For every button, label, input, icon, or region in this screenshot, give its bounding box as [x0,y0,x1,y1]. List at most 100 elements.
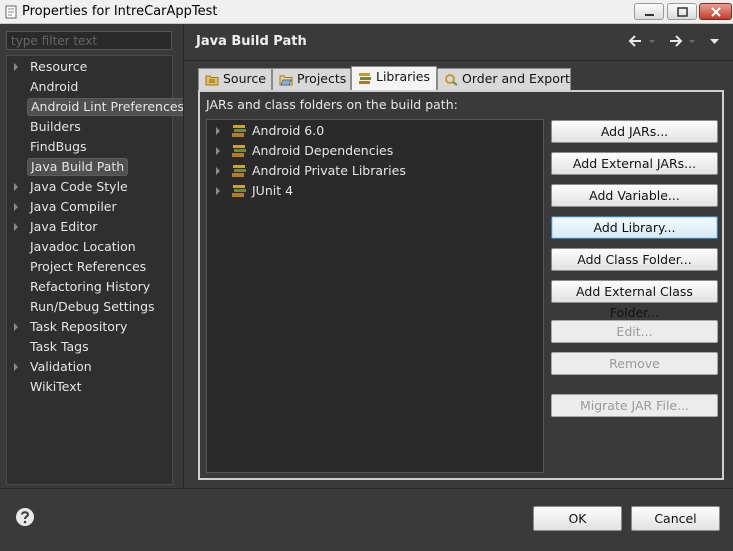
sidebar-item-label: Task Tags [30,339,89,354]
property-tree: Resource Android Android Lint Preferences B… [6,55,189,485]
sidebar-item-label: Java Build Path [27,158,129,176]
sidebar-item-label: Project References [30,259,147,274]
sidebar-item-java-build-path[interactable]: Java Build Path [7,157,173,177]
sidebar-item-label: Android [30,79,79,94]
eclipse-app-icon [5,5,17,19]
library-icon [232,185,246,197]
tab-label: Projects [297,71,347,86]
maximize-icon [677,7,688,17]
order-export-icon [445,74,458,86]
expand-arrow-icon[interactable] [13,323,19,331]
title-bar: Properties for IntreCarAppTest [0,0,733,24]
sidebar-item-java-compiler[interactable]: Java Compiler [7,197,173,217]
tab-label: Order and Export [462,71,570,86]
maximize-button[interactable] [667,3,697,20]
sidebar-item-label: Resource [30,59,88,74]
help-icon[interactable] [15,507,35,527]
sidebar-item-label: Refactoring History [30,279,151,294]
add-class-folder-button[interactable]: Add Class Folder... [551,248,718,271]
sidebar-item-label: Android Lint Preferences [27,98,189,116]
sidebar-item-label: Javadoc Location [30,239,136,254]
page-title: Java Build Path [196,34,307,49]
library-icon [232,165,246,177]
tab-source[interactable]: Source [198,68,272,90]
close-button[interactable] [699,3,732,20]
sidebar-item-project-references[interactable]: Project References [7,257,173,277]
sidebar-item-task-tags[interactable]: Task Tags [7,337,173,357]
sidebar-item-label: Java Editor [30,219,98,234]
library-item-android-dependencies[interactable]: Android Dependencies [207,141,543,161]
tab-label: Source [223,71,266,86]
expand-arrow-icon[interactable] [13,63,19,71]
sidebar-item-validation[interactable]: Validation [7,357,173,377]
libraries-header: JARs and class folders on the build path… [206,97,458,112]
view-menu-icon[interactable] [709,34,720,48]
expand-arrow-icon[interactable] [13,183,19,191]
library-item-android-6-0[interactable]: Android 6.0 [207,121,543,141]
sidebar-item-findbugs[interactable]: FindBugs [7,137,173,157]
forward-menu-chevron-icon[interactable] [688,34,696,48]
cancel-button[interactable]: Cancel [631,506,720,531]
tab-libraries[interactable]: Libraries [351,66,437,90]
properties-sidebar: Resource Android Android Lint Preferences B… [0,24,189,509]
sidebar-item-task-repository[interactable]: Task Repository [7,317,173,337]
sidebar-item-label: Validation [30,359,92,374]
library-label: Android Dependencies [252,143,394,158]
back-menu-chevron-icon[interactable] [648,34,656,48]
sidebar-item-label: Run/Debug Settings [30,299,155,314]
library-icon [232,145,246,157]
sidebar-item-resource[interactable]: Resource [7,57,173,77]
library-icon [232,125,246,137]
sidebar-item-label: Java Code Style [30,179,128,194]
back-arrow-icon[interactable] [627,34,643,48]
libraries-panel: JARs and class folders on the build path… [198,90,724,480]
page-content: Java Build Path Source Projects Librarie… [184,24,733,488]
projects-icon [279,75,293,86]
ok-button[interactable]: OK [533,506,622,531]
library-item-android-private-libraries[interactable]: Android Private Libraries [207,161,543,181]
minimize-icon [645,14,654,16]
expand-arrow-icon[interactable] [215,187,221,195]
add-jars-button[interactable]: Add JARs... [551,120,718,143]
close-icon [711,7,721,17]
forward-arrow-icon[interactable] [668,34,684,48]
expand-arrow-icon[interactable] [13,363,19,371]
add-variable-button[interactable]: Add Variable... [551,184,718,207]
library-item-junit-4[interactable]: JUnit 4 [207,181,543,201]
library-label: Android Private Libraries [252,163,406,178]
minimize-button[interactable] [634,3,664,20]
build-path-tabs: Source Projects Libraries Order and Expo… [198,66,718,90]
expand-arrow-icon[interactable] [215,147,221,155]
tab-projects[interactable]: Projects [272,68,351,90]
tab-order-and-export[interactable]: Order and Export [437,68,571,90]
sidebar-item-label: Java Compiler [30,199,117,214]
expand-arrow-icon[interactable] [215,167,221,175]
sidebar-item-builders[interactable]: Builders [7,117,173,137]
add-external-jars-button[interactable]: Add External JARs... [551,152,718,175]
expand-arrow-icon[interactable] [13,223,19,231]
sidebar-item-run-debug-settings[interactable]: Run/Debug Settings [7,297,173,317]
sidebar-item-label: Builders [30,119,81,134]
sidebar-item-wikitext[interactable]: WikiText [7,377,173,397]
sidebar-item-javadoc-location[interactable]: Javadoc Location [7,237,173,257]
libraries-icon [359,73,371,84]
expand-arrow-icon[interactable] [215,127,221,135]
sidebar-item-android[interactable]: Android [7,77,173,97]
migrate-jar-file-button: Migrate JAR File... [551,394,718,417]
sidebar-item-java-editor[interactable]: Java Editor [7,217,173,237]
filter-input[interactable] [6,31,172,50]
tab-label: Libraries [376,69,430,84]
add-external-class-folder-button[interactable]: Add External Class Folder... [551,280,718,320]
libraries-tree[interactable]: Android 6.0 Android Dependencies Android P… [206,119,544,473]
expand-arrow-icon[interactable] [13,203,19,211]
add-library-button[interactable]: Add Library... [551,216,718,239]
window-title: Properties for IntreCarAppTest [22,4,218,19]
sidebar-item-label: Task Repository [30,319,128,334]
edit-button: Edit... [551,320,718,343]
library-label: JUnit 4 [252,183,294,198]
sidebar-item-java-code-style[interactable]: Java Code Style [7,177,173,197]
sidebar-item-android-lint-preferences[interactable]: Android Lint Preferences [7,97,189,117]
sidebar-item-refactoring-history[interactable]: Refactoring History [7,277,173,297]
sidebar-item-label: WikiText [30,379,82,394]
title-separator [184,60,733,61]
